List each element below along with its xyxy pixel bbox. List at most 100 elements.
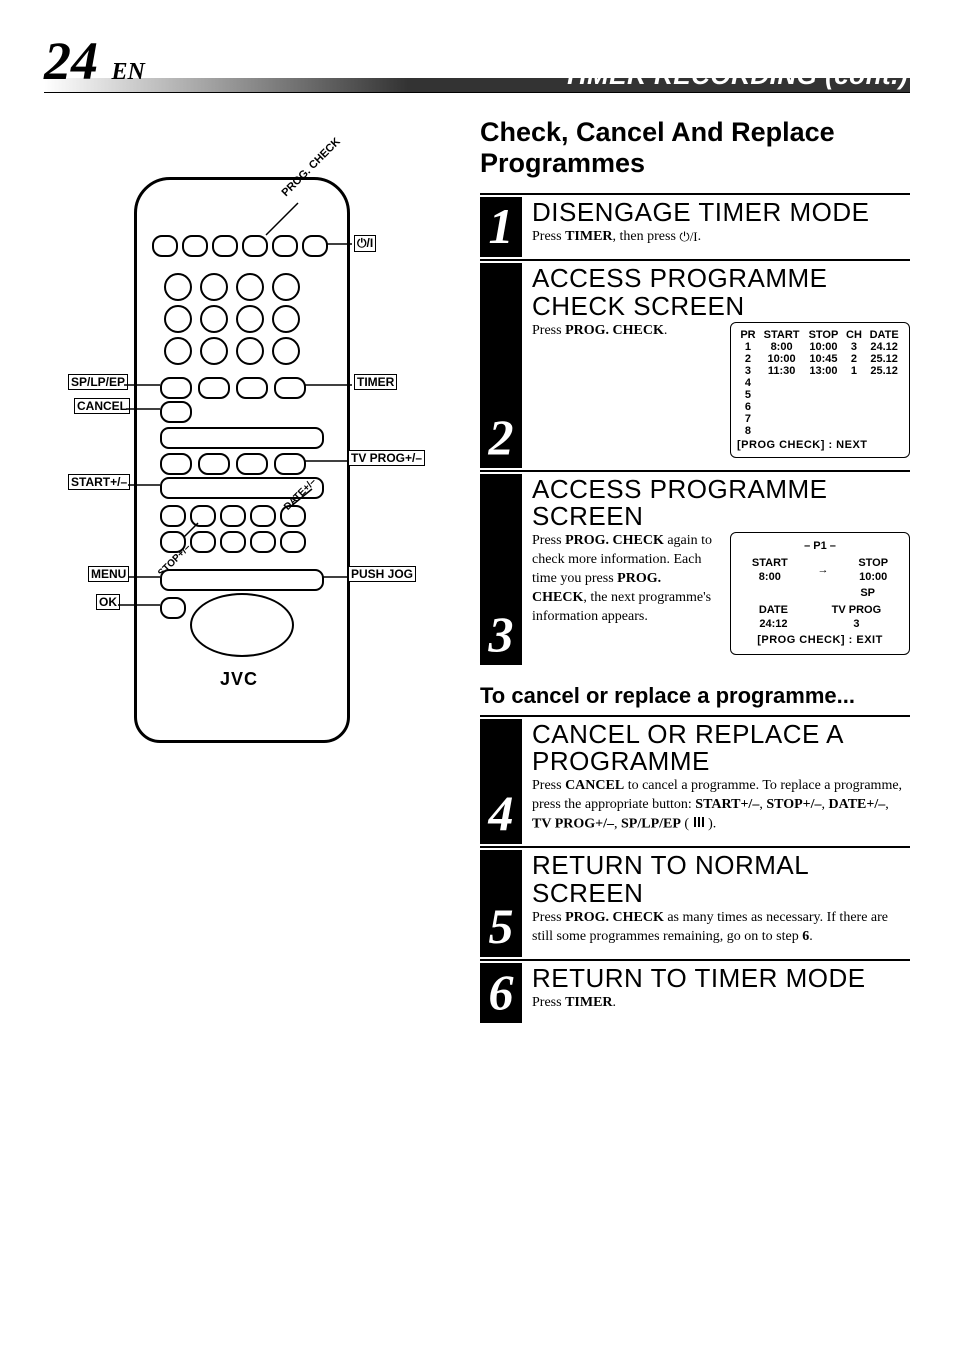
remote-btn-timer — [274, 377, 306, 399]
remote-btn-circ — [236, 273, 264, 301]
td: 2 — [737, 353, 759, 365]
label-timer: TIMER — [354, 374, 397, 390]
remote-btn — [190, 531, 216, 553]
step-2: 2 ACCESS PROGRAMME CHECK SCREEN Press PR… — [480, 259, 910, 468]
td: 10:00 — [804, 341, 842, 353]
t: , — [614, 817, 621, 832]
td: 3 — [843, 341, 866, 353]
t: START+/– — [695, 797, 759, 812]
bars-icon — [693, 815, 705, 834]
remote-dpad — [190, 593, 294, 657]
t: PROG. CHECK — [565, 910, 664, 925]
td: 25.12 — [865, 353, 903, 365]
remote-btn-tvprog — [274, 453, 306, 475]
remote-btn-circ — [272, 337, 300, 365]
osd-p-header: – P1 – — [737, 539, 903, 553]
th: DATE — [865, 329, 903, 341]
remote-btn-circ — [200, 273, 228, 301]
page-number-value: 24 — [44, 31, 98, 91]
step-instruction: Press PROG. CHECK. — [532, 322, 716, 341]
step-3: 3 ACCESS PROGRAMME SCREEN Press PROG. CH… — [480, 470, 910, 665]
t: TIMER — [565, 229, 612, 244]
t: CANCEL — [565, 778, 624, 793]
t: Press — [532, 323, 565, 338]
t: , — [885, 797, 889, 812]
td: 25.12 — [865, 365, 903, 377]
page-header: 24 EN TIMER RECORDING (cont.) — [44, 30, 910, 93]
t: SP/LP/EP — [621, 817, 681, 832]
remote-btn-circ — [236, 305, 264, 333]
t: ). — [705, 817, 717, 832]
step-1: 1 DISENGAGE TIMER MODE Press TIMER, then… — [480, 193, 910, 257]
label-menu: MENU — [88, 566, 129, 582]
lbl: START — [752, 556, 788, 570]
step-instruction: Press PROG. CHECK as many times as neces… — [532, 909, 910, 947]
t: STOP+/– — [766, 797, 821, 812]
leader-line — [288, 487, 318, 511]
t: . — [809, 929, 813, 944]
th: CH — [843, 329, 866, 341]
step-number: 2 — [480, 263, 522, 468]
leader-line — [326, 239, 356, 249]
t: DATE+/– — [829, 797, 886, 812]
t: PROG. CHECK — [565, 323, 664, 338]
t: Press — [532, 778, 565, 793]
remote-btn — [160, 453, 192, 475]
step-instruction: Press TIMER, then press ⏻/I. — [532, 228, 910, 247]
remote-btn-circ — [164, 273, 192, 301]
subsection-title: To cancel or replace a programme... — [480, 683, 910, 709]
t: ( — [681, 817, 693, 832]
t: , — [822, 797, 829, 812]
td: 7 — [737, 413, 759, 425]
remote-btn-circ — [200, 337, 228, 365]
remote-btn — [198, 453, 230, 475]
leader-line — [322, 573, 350, 581]
osd-footer: [PROG CHECK] : EXIT — [737, 633, 903, 647]
remote-btn-circ — [236, 337, 264, 365]
t: TV PROG+/– — [532, 817, 614, 832]
remote-btn-small — [182, 235, 208, 257]
t: Press — [532, 229, 565, 244]
remote-btn-small — [152, 235, 178, 257]
th: START — [759, 329, 804, 341]
td: 6 — [737, 401, 759, 413]
remote-btn-small — [212, 235, 238, 257]
remote-btn-splpep — [160, 377, 192, 399]
remote-btn-circ — [164, 305, 192, 333]
label-cancel: CANCEL — [74, 398, 130, 414]
remote-btn-circ — [272, 305, 300, 333]
remote-btn — [220, 505, 246, 527]
step-number: 6 — [480, 963, 522, 1023]
step-6: 6 RETURN TO TIMER MODE Press TIMER. — [480, 959, 910, 1023]
remote-btn — [198, 377, 230, 399]
td: 1 — [737, 341, 759, 353]
leader-line — [126, 405, 162, 413]
label-power: ⏻/I — [354, 235, 376, 252]
remote-brand: JVC — [220, 669, 258, 690]
leader-line — [264, 201, 314, 241]
remote-btn-ok — [160, 597, 186, 619]
step-instruction: Press TIMER. — [532, 994, 910, 1013]
td: 1 — [843, 365, 866, 377]
power-icon: ⏻/I — [679, 229, 697, 244]
lbl: TV PROG — [832, 603, 882, 617]
remote-bar — [160, 427, 324, 449]
osd-programme-list: PR START STOP CH DATE 18:0010:00324.12 2… — [730, 322, 910, 458]
section-title: Check, Cancel And Replace Programmes — [480, 117, 910, 179]
remote-btn — [220, 531, 246, 553]
t: Press — [532, 995, 565, 1010]
t: . — [664, 323, 668, 338]
lbl: DATE — [759, 603, 788, 617]
step-5: 5 RETURN TO NORMAL SCREEN Press PROG. CH… — [480, 846, 910, 956]
th: STOP — [804, 329, 842, 341]
td: 8 — [737, 425, 759, 437]
t: . — [613, 995, 617, 1010]
instructions-column: Check, Cancel And Replace Programmes 1 D… — [480, 117, 910, 1025]
td: 2 — [843, 353, 866, 365]
td: 8:00 — [759, 341, 804, 353]
remote-btn — [236, 453, 268, 475]
leader-line — [304, 381, 354, 389]
val: 24:12 — [759, 617, 788, 631]
section-header-title: TIMER RECORDING (cont.) — [563, 60, 910, 92]
step-title: CANCEL OR REPLACE A PROGRAMME — [532, 721, 910, 776]
